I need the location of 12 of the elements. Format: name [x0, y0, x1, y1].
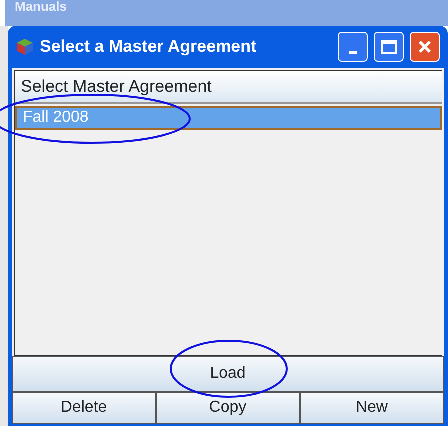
dialog-button[interactable]: New: [300, 392, 444, 424]
window-title: Select a Master Agreement: [40, 36, 258, 58]
maximize-button[interactable]: [374, 32, 404, 62]
minimize-button[interactable]: [338, 32, 368, 62]
column-header[interactable]: Select Master Agreement: [15, 71, 442, 104]
dialog-button[interactable]: Load: [12, 356, 444, 392]
background-window-title: Manuals: [15, 0, 68, 16]
cube-icon: [16, 38, 34, 56]
dialog-button[interactable]: Delete: [12, 392, 156, 424]
close-button[interactable]: [410, 32, 440, 62]
dialog-button[interactable]: Copy: [156, 392, 300, 424]
close-icon: [417, 39, 433, 55]
